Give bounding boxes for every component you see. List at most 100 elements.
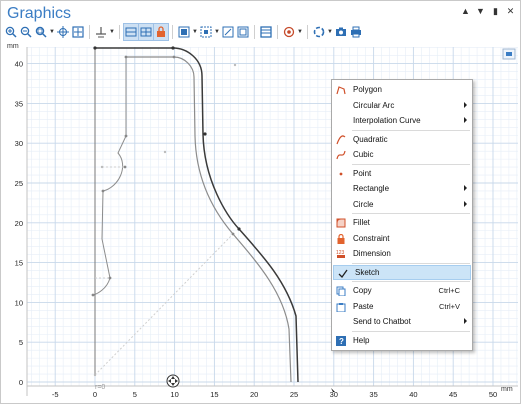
menu-item-rectangle[interactable]: Rectangle [332,181,472,197]
menu-item-label: Cubic [353,150,374,160]
menu-item-label: Interpolation Curve [353,116,421,126]
x-tick-label: 0 [93,390,97,399]
transparency-icon[interactable] [236,24,250,40]
menu-item-paste[interactable]: Paste Ctrl+V [332,299,472,315]
menu-separator [352,281,470,282]
menu-item-circle[interactable]: Circle [332,197,472,213]
axis-orientation-icon[interactable] [94,24,108,40]
wireframe-icon[interactable] [259,24,273,40]
x-tick-label: 25 [290,390,298,399]
menu-separator [352,262,470,264]
menu-item-label: Circle [353,199,374,209]
scene-light-icon[interactable] [282,24,296,40]
y-tick-label: 25 [15,179,23,188]
menu-item-interpolation-curve[interactable]: Interpolation Curve [332,113,472,129]
menu-item-label: Fillet [353,218,370,228]
select-objects-icon[interactable] [177,24,191,40]
menu-item-help[interactable]: ? Help [332,333,472,349]
show-grid-icon[interactable] [123,23,139,41]
lock-view-icon[interactable] [153,23,169,41]
quadratic-icon [336,134,346,145]
axis-dropdown-icon[interactable]: ▼ [109,24,115,40]
view-dropdown-icon[interactable]: ▼ [327,24,333,40]
window-controls: ▲ ▼ ▮ ✕ [460,6,516,17]
submenu-arrow-icon [464,101,467,108]
menu-item-polygon[interactable]: Polygon [332,82,472,98]
zoom-extents-icon[interactable] [71,24,85,40]
unit-label-top: mm [7,43,19,50]
y-tick-label: 5 [19,338,23,347]
menu-item-shortcut: Ctrl+C [438,286,460,295]
y-tick-label: 0 [19,378,23,387]
point-icon [336,169,346,179]
close-icon[interactable]: ✕ [505,6,516,17]
window-title: Graphics [7,5,72,22]
menu-item-constraint[interactable]: Constraint [332,231,472,247]
pin-icon[interactable]: ▮ [490,6,501,17]
x-tick-label: 20 [250,390,258,399]
cubic-icon [336,150,346,160]
x-tick-label: -5 [52,390,59,399]
polygon-icon [336,85,346,95]
y-tick-label: 15 [15,259,23,268]
menu-item-label: Polygon [353,85,382,95]
menu-item-label: Help [353,335,370,345]
zoom-dropdown-icon[interactable]: ▼ [49,24,55,40]
menu-item-quadratic[interactable]: Quadratic [332,132,472,148]
zoom-window-icon[interactable] [221,24,235,40]
menu-item-shortcut: Ctrl+V [438,301,460,311]
submenu-arrow-icon [464,185,467,191]
menu-item-copy[interactable]: Copy Ctrl+C [332,283,472,299]
toolbar-separator [254,25,255,39]
checkmark-icon [338,269,348,279]
menu-item-fillet[interactable]: Fillet [332,215,472,231]
submenu-arrow-icon [464,117,467,123]
menu-item-circular-arc[interactable]: Circular Arc [332,98,472,114]
menu-separator [352,129,470,131]
zoom-out-icon[interactable] [19,24,33,40]
y-tick-label: 10 [15,298,23,307]
x-tick-label: 15 [210,390,218,399]
zoom-in-icon[interactable] [4,24,18,40]
select-dropdown-icon[interactable]: ▼ [192,24,198,40]
context-menu: Polygon Circular Arc Interpolation Curve Qu… [331,79,473,351]
help-icon: ? [336,335,346,346]
camera-icon[interactable] [334,24,348,40]
grid-settings-icon[interactable] [138,23,154,41]
menu-item-send-to-chatbot[interactable]: Send to Chatbot [332,314,472,330]
dimension-icon: 123 [336,249,346,259]
collapse-icon[interactable]: ▲ [460,6,471,17]
menu-item-label: Circular Arc [353,100,395,110]
copy-icon [336,286,346,296]
menu-separator [352,330,470,332]
menu-item-cubic[interactable]: Cubic [332,147,472,163]
toolbar-separator [307,25,308,39]
menu-item-sketch[interactable]: Sketch [333,264,471,280]
svg-text:?: ? [339,337,344,346]
graphics-toolbar: ▼ ▼ ▼ ▼ ▼ ▼ [4,23,363,41]
paste-icon [336,302,346,312]
selection-dropdown-icon[interactable]: ▼ [214,24,220,40]
submenu-arrow-icon [464,318,467,324]
zoom-box-icon[interactable] [34,24,48,40]
toolbar-separator [89,25,90,39]
print-icon[interactable] [349,24,363,40]
zoom-selected-icon[interactable] [56,24,70,40]
expand-icon[interactable]: ▼ [475,6,486,17]
menu-separator [352,213,470,214]
x-tick-label: 40 [409,390,417,399]
menu-separator [352,163,470,165]
select-box-icon[interactable] [199,24,213,40]
menu-item-label: Constraint [353,233,390,243]
scene-dropdown-icon[interactable]: ▼ [297,24,303,40]
menu-item-label: Send to Chatbot [353,317,411,327]
reset-view-icon[interactable] [312,24,326,40]
menu-item-point[interactable]: Point [332,166,472,182]
x-tick-label: 35 [369,390,377,399]
menu-item-label: Quadratic [353,134,388,144]
toolbar-separator [119,25,120,39]
y-tick-label: 30 [15,139,23,148]
menu-item-dimension[interactable]: 123 Dimension [332,246,472,262]
unit-label-bottom: mm [501,386,513,393]
y-tick-label: 40 [15,60,23,69]
